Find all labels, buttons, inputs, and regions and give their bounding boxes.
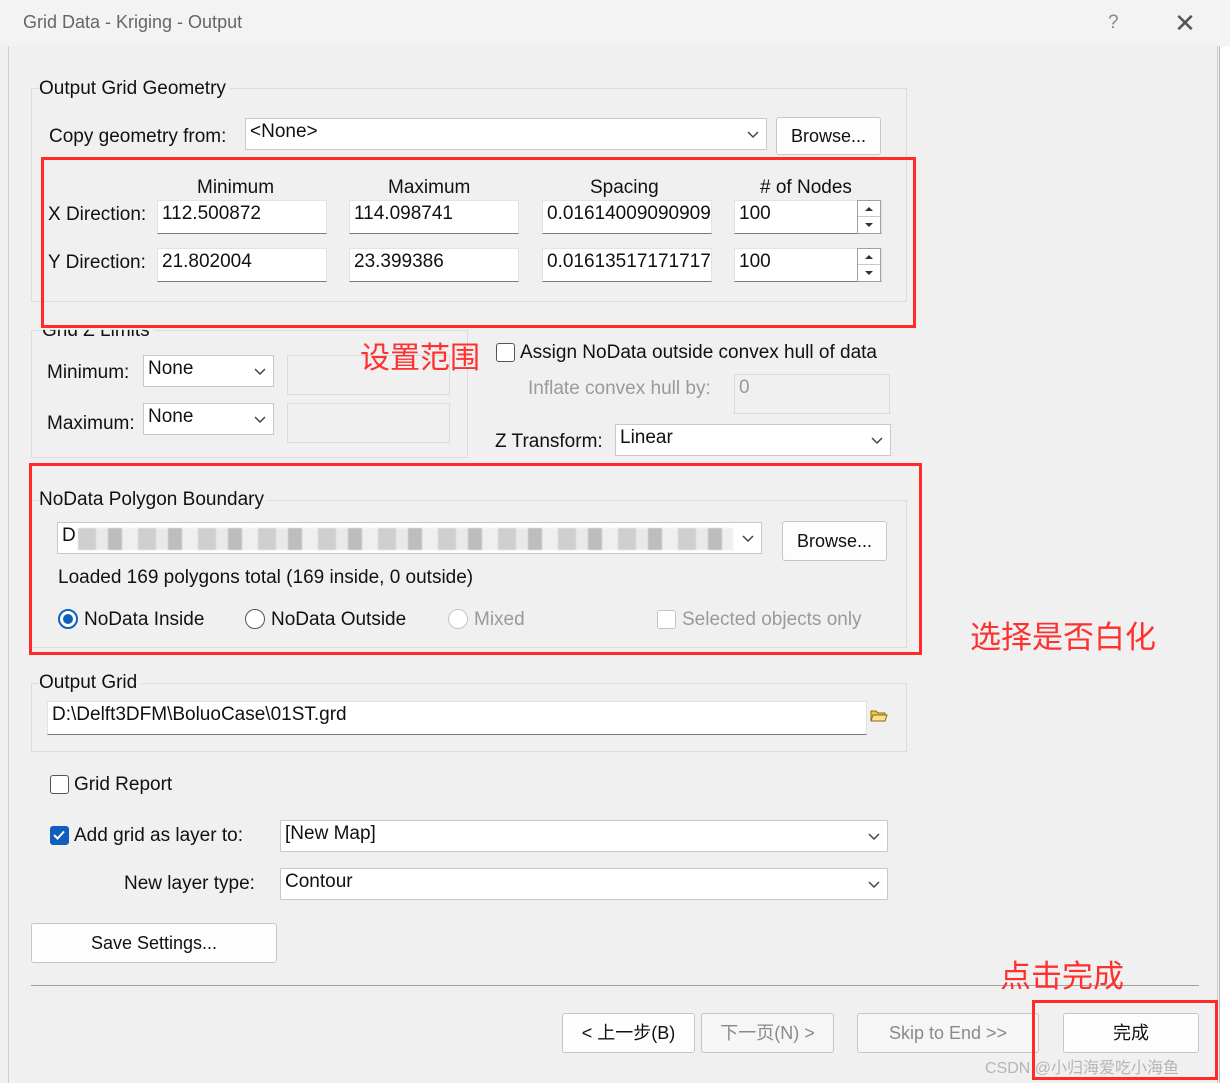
help-button[interactable]: ? (1108, 12, 1119, 34)
chevron-down-icon (868, 881, 880, 889)
chevron-down-icon (254, 416, 266, 424)
copy-geometry-select[interactable]: <None> (245, 118, 767, 150)
assign-nodata-label: Assign NoData outside convex hull of dat… (520, 342, 877, 363)
ztransform-select[interactable]: Linear (615, 424, 891, 456)
z-minimum-select[interactable]: None (143, 355, 274, 387)
chevron-down-icon (254, 368, 266, 376)
back-button[interactable]: < 上一步(B) (562, 1013, 695, 1053)
copy-geometry-value: <None> (250, 121, 318, 142)
range-annotation-box (41, 157, 916, 328)
assign-nodata-checkbox[interactable] (496, 343, 515, 362)
add-layer-value: [New Map] (285, 823, 376, 844)
chevron-down-icon (871, 437, 883, 445)
whiten-annotation-box (29, 463, 922, 655)
checkmark-icon (53, 830, 65, 840)
inflate-label: Inflate convex hull by: (528, 378, 711, 399)
z-maximum-select[interactable]: None (143, 403, 274, 435)
close-button[interactable]: ✕ (1172, 8, 1198, 39)
next-button: 下一页(N) > (701, 1013, 834, 1053)
grid-report-checkbox[interactable] (50, 775, 69, 794)
title-bar: Grid Data - Kriging - Output ? ✕ (0, 0, 1230, 46)
chevron-down-icon (747, 131, 759, 139)
finish-annotation-text: 点击完成 (1000, 959, 1124, 995)
layer-type-label: New layer type: (124, 873, 255, 894)
whiten-annotation-text: 选择是否白化 (970, 620, 1156, 656)
grid-report-label: Grid Report (74, 774, 173, 795)
window-title: Grid Data - Kriging - Output (23, 12, 243, 32)
folder-open-icon[interactable] (870, 709, 888, 723)
z-minimum-label: Minimum: (47, 362, 130, 383)
geometry-browse-button[interactable]: Browse... (776, 117, 881, 155)
watermark-text: CSDN @小归海爱吃小海鱼 (985, 1060, 1180, 1077)
z-maximum-label: Maximum: (47, 413, 135, 434)
save-settings-button[interactable]: Save Settings... (31, 923, 277, 963)
chevron-down-icon (868, 833, 880, 841)
copy-geometry-label: Copy geometry from: (49, 126, 227, 147)
add-layer-checkbox[interactable] (50, 826, 69, 845)
background-window-strip (1219, 46, 1230, 1083)
geometry-group-label: Output Grid Geometry (39, 78, 230, 100)
output-path-input[interactable]: D:\Delft3DFM\BoluoCase\01ST.grd (47, 701, 867, 735)
output-group-label: Output Grid (39, 672, 142, 694)
range-annotation-text: 设置范围 (360, 341, 480, 376)
z-minimum-value: None (148, 358, 194, 379)
skip-to-end-button: Skip to End >> (857, 1013, 1039, 1053)
layer-type-value: Contour (285, 871, 353, 892)
add-layer-label: Add grid as layer to: (74, 825, 243, 846)
z-maximum-value: None (148, 406, 194, 427)
z-maximum-value-input (287, 403, 450, 443)
ztransform-value: Linear (620, 427, 673, 448)
add-layer-select[interactable]: [New Map] (280, 820, 888, 852)
inflate-input: 0 (734, 374, 890, 414)
ztransform-label: Z Transform: (495, 431, 603, 452)
layer-type-select[interactable]: Contour (280, 868, 888, 900)
